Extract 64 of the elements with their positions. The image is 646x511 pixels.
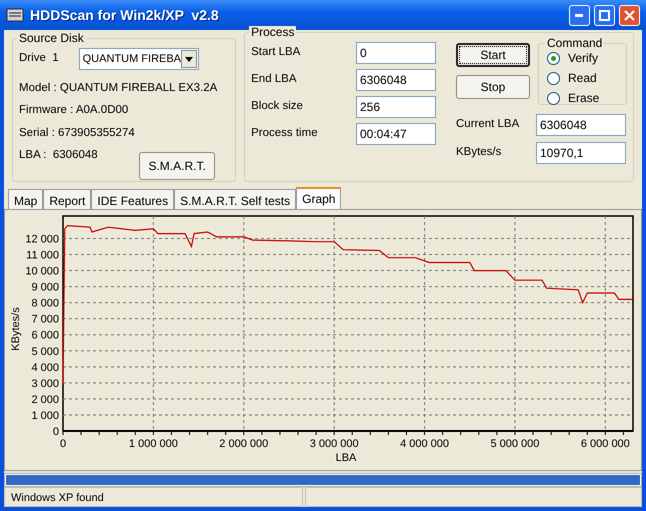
tab[interactable]: Report — [43, 189, 92, 209]
y-tick-label: 0 — [52, 426, 59, 438]
y-tick-label: 10 000 — [25, 266, 59, 278]
y-tick-label: 9 000 — [31, 282, 59, 294]
radio-option[interactable]: Read — [547, 69, 618, 87]
y-tick-label: 11 000 — [26, 250, 59, 262]
y-tick-label: 3 000 — [31, 378, 59, 390]
close-icon — [624, 10, 635, 20]
readout-label: Current LBA — [456, 117, 520, 132]
group-title: Command — [546, 37, 604, 49]
y-tick-label: 1 000 — [31, 410, 59, 422]
minimize-button[interactable] — [569, 4, 590, 26]
readout-field: 10970,1 — [536, 142, 626, 164]
maximize-button[interactable] — [594, 4, 615, 26]
disk-info-text: Serial : 673905355274 — [19, 126, 136, 140]
field-label: Start LBA — [251, 45, 300, 60]
y-tick-label: 4 000 — [31, 362, 59, 374]
y-tick-label: 12 000 — [25, 233, 59, 246]
maximize-icon — [599, 10, 610, 20]
app-menu-icon[interactable] — [6, 8, 24, 22]
x-tick-label: 1 000 000 — [128, 438, 178, 450]
action-button[interactable]: Start — [456, 43, 530, 67]
y-tick-label: 8 000 — [31, 298, 59, 310]
input-field[interactable]: 0 — [356, 42, 436, 64]
tab[interactable]: IDE Features — [91, 189, 174, 209]
input-field[interactable]: 00:04:47 — [356, 123, 436, 145]
window-title: HDDScan for Win2k/XP v2.8 — [30, 6, 219, 24]
y-tick-label: 7 000 — [31, 314, 59, 326]
dropdown-arrow-icon — [184, 56, 193, 62]
input-field[interactable]: 256 — [356, 96, 436, 118]
drive-dropdown[interactable]: QUANTUM FIREBA — [78, 48, 199, 70]
x-tick-label: 3 000 000 — [310, 438, 359, 450]
y-tick-label: 6 000 — [31, 330, 59, 342]
y-tick-label: 2 000 — [31, 394, 59, 406]
drive-label: Drive 1 — [19, 51, 59, 66]
x-tick-label: 0 — [60, 438, 66, 450]
x-tick-label: 5 000 000 — [490, 438, 540, 450]
readout-label: KBytes/s — [456, 145, 502, 160]
minimize-icon — [575, 14, 584, 16]
radio-option[interactable]: Erase — [547, 89, 618, 107]
y-axis-title: KBytes/s — [10, 307, 22, 351]
group-title: Source Disk — [18, 32, 85, 44]
tab[interactable]: Map — [8, 189, 44, 209]
group-title: Process — [249, 26, 296, 38]
x-axis-title: LBA — [336, 452, 356, 464]
tab[interactable]: S.M.A.R.T. Self tests — [174, 189, 296, 209]
readout-field: 6306048 — [536, 114, 626, 136]
x-tick-label: 6 000 000 — [580, 438, 630, 450]
disk-info-text: Firmware : A0A.0D00 — [19, 103, 130, 118]
field-label: Process time — [251, 126, 318, 142]
disk-info-text: LBA : 6306048 — [19, 148, 99, 163]
close-button[interactable] — [619, 4, 640, 26]
status-text: Windows XP found — [4, 487, 303, 507]
input-field[interactable]: 6306048 — [356, 69, 436, 91]
disk-info-text: Model : QUANTUM FIREBALL EX3.2A — [19, 81, 218, 96]
x-tick-label: 2 000 000 — [219, 438, 268, 450]
y-tick-label: 5 000 — [31, 346, 59, 358]
radio-option[interactable]: Verify — [547, 49, 618, 67]
field-label: Block size — [251, 99, 303, 114]
action-button[interactable]: Stop — [456, 75, 530, 99]
smart-button[interactable]: S.M.A.R.T. — [139, 152, 216, 180]
field-label: End LBA — [251, 72, 297, 88]
x-tick-label: 4 000 000 — [400, 438, 450, 450]
tab[interactable]: Graph — [296, 187, 342, 209]
